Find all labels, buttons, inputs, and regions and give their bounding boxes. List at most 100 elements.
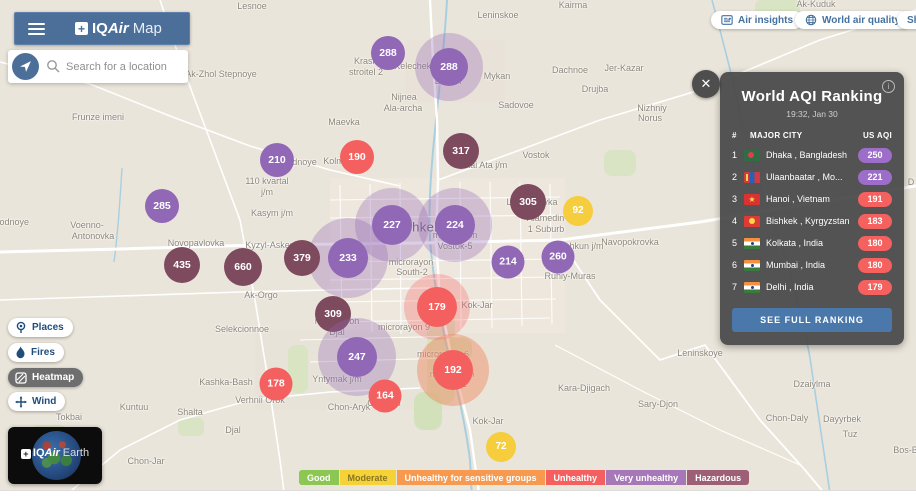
rank-number: 4 xyxy=(732,216,744,226)
map-label: Antonovka xyxy=(72,231,115,241)
fire-icon xyxy=(15,346,26,359)
map-label: Leninskoye xyxy=(677,348,723,358)
aqi-marker[interactable]: 309 xyxy=(315,296,351,332)
aqi-marker[interactable]: 305 xyxy=(510,184,546,220)
map-label: Kasym j/m xyxy=(251,208,293,218)
map-label: Dzaiylma xyxy=(793,379,830,389)
air-insights-button[interactable]: Air insights xyxy=(711,11,803,29)
map-label: Kara-Djigach xyxy=(558,383,610,393)
ranking-column-headers: # MAJOR CITY US AQI xyxy=(720,131,904,140)
aqi-marker[interactable]: 288 xyxy=(371,36,405,70)
layer-button-fires[interactable]: Fires xyxy=(8,343,64,362)
layer-button-places[interactable]: Places xyxy=(8,318,73,337)
world-air-quality-button[interactable]: World air quality xyxy=(795,11,910,29)
ranking-row[interactable]: 2Ulaanbaatar , Mo...221 xyxy=(732,166,892,188)
ranking-title: World AQI Ranking xyxy=(720,88,904,105)
map-label: Ak-Kuduk xyxy=(796,0,835,9)
ranking-row[interactable]: 3★Hanoi , Vietnam191 xyxy=(732,188,892,210)
aqi-marker[interactable]: 260 xyxy=(542,241,575,274)
aqi-marker[interactable]: 379 xyxy=(284,240,320,276)
iqair-map-app: { "header": {"logo_iq": "IQ", "logo_air"… xyxy=(0,0,916,500)
world-aqi-ranking-panel: i World AQI Ranking 19:32, Jan 30 # MAJO… xyxy=(720,72,904,345)
place-pin-icon xyxy=(15,321,27,334)
legend-item: Good xyxy=(299,470,339,485)
search-input[interactable] xyxy=(64,60,186,74)
map-label: Kairma xyxy=(559,0,588,10)
map-label: Ak-Zhol Stepnoye xyxy=(185,69,257,79)
aqi-marker[interactable]: 660 xyxy=(224,248,262,286)
aqi-marker[interactable]: 233 xyxy=(328,238,368,278)
aqi-marker[interactable]: 72 xyxy=(486,432,516,462)
aqi-marker[interactable]: 285 xyxy=(145,189,179,223)
search-icon xyxy=(46,59,60,73)
ranking-row[interactable]: 6Mumbai , India180 xyxy=(732,254,892,276)
map-label: Maevka xyxy=(328,117,360,127)
map-label: Vostok xyxy=(522,150,549,160)
map-label: Chon-Daly xyxy=(766,413,809,423)
aqi-marker[interactable]: 227 xyxy=(372,205,412,245)
map-label: Tuz xyxy=(843,429,858,439)
aqi-marker[interactable]: 435 xyxy=(164,247,200,283)
ranking-row[interactable]: 7Delhi , India179 xyxy=(732,276,892,298)
aqi-marker[interactable]: 92 xyxy=(563,196,593,226)
heatmap-label: Heatmap xyxy=(32,372,74,383)
locate-me-button[interactable] xyxy=(12,53,39,80)
iqair-logo[interactable]: + IQAir Map xyxy=(75,20,162,37)
map-label: Kok-Jar xyxy=(461,300,492,310)
ranking-row[interactable]: 4Bishkek , Kyrgyzstan183 xyxy=(732,210,892,232)
map-label: Jer-Kazar xyxy=(604,63,643,73)
info-icon[interactable]: i xyxy=(882,80,895,93)
aqi-marker[interactable]: 214 xyxy=(492,246,525,279)
map-label: D xyxy=(908,177,915,187)
map-label: Sary-Djon xyxy=(638,399,678,409)
vietnam-flag-icon: ★ xyxy=(744,194,760,205)
aqi-marker[interactable]: 210 xyxy=(260,143,294,177)
kyrgyzstan-flag-icon xyxy=(744,216,760,227)
share-button[interactable]: Sha xyxy=(897,11,916,29)
iqair-earth-widget[interactable]: +IQAirEarth xyxy=(8,427,102,484)
map-attribution-strip xyxy=(0,490,916,501)
map-label: Nijnea xyxy=(391,92,417,102)
ranking-row[interactable]: 1Dhaka , Bangladesh250 xyxy=(732,144,892,166)
layer-button-wind[interactable]: Wind xyxy=(8,392,65,411)
earth-widget-label: +IQAirEarth xyxy=(8,447,102,459)
rank-number: 1 xyxy=(732,150,744,160)
aqi-marker[interactable]: 247 xyxy=(337,337,377,377)
aqi-marker[interactable]: 288 xyxy=(430,48,468,86)
wind-icon xyxy=(15,396,27,408)
legend-item: Unhealthy xyxy=(546,470,606,485)
city-name: Kolkata , India xyxy=(766,238,858,248)
city-name: Mumbai , India xyxy=(766,260,858,270)
map-label: Kok-Jar xyxy=(472,416,503,426)
aqi-marker[interactable]: 179 xyxy=(417,287,457,327)
aqi-marker[interactable]: 192 xyxy=(433,350,473,390)
app-header: + IQAir Map xyxy=(14,12,190,45)
map-label: Dachnoe xyxy=(552,65,588,75)
ranking-row[interactable]: 5Kolkata , India180 xyxy=(732,232,892,254)
layer-button-heatmap[interactable]: Heatmap xyxy=(8,368,83,387)
close-ranking-icon[interactable]: ✕ xyxy=(692,70,720,98)
menu-icon[interactable] xyxy=(28,20,45,38)
aqi-marker[interactable]: 317 xyxy=(443,133,479,169)
aqi-marker[interactable]: 178 xyxy=(260,368,293,401)
map-label: Selekcionnoe xyxy=(215,324,269,334)
aqi-marker[interactable]: 164 xyxy=(369,380,402,413)
map-label: Frunze imeni xyxy=(72,112,124,122)
map-label: Norus xyxy=(638,113,662,123)
globe-icon xyxy=(805,14,817,26)
rank-number: 3 xyxy=(732,194,744,204)
see-full-ranking-button[interactable]: SEE FULL RANKING xyxy=(732,308,892,332)
legend-item: Unhealthy for sensitive groups xyxy=(397,470,545,485)
aqi-badge: 183 xyxy=(858,214,892,229)
map-label: Tokbai xyxy=(56,412,82,422)
city-name: Hanoi , Vietnam xyxy=(766,194,858,204)
world-air-quality-label: World air quality xyxy=(822,15,900,26)
india-flag-icon xyxy=(744,260,760,271)
rank-number: 6 xyxy=(732,260,744,270)
logo-text-air: Air xyxy=(108,20,129,37)
rank-number: 2 xyxy=(732,172,744,182)
send-arrow-icon xyxy=(19,60,32,73)
aqi-marker[interactable]: 190 xyxy=(340,140,374,174)
heatmap-icon xyxy=(15,372,27,384)
aqi-marker[interactable]: 224 xyxy=(435,205,475,245)
